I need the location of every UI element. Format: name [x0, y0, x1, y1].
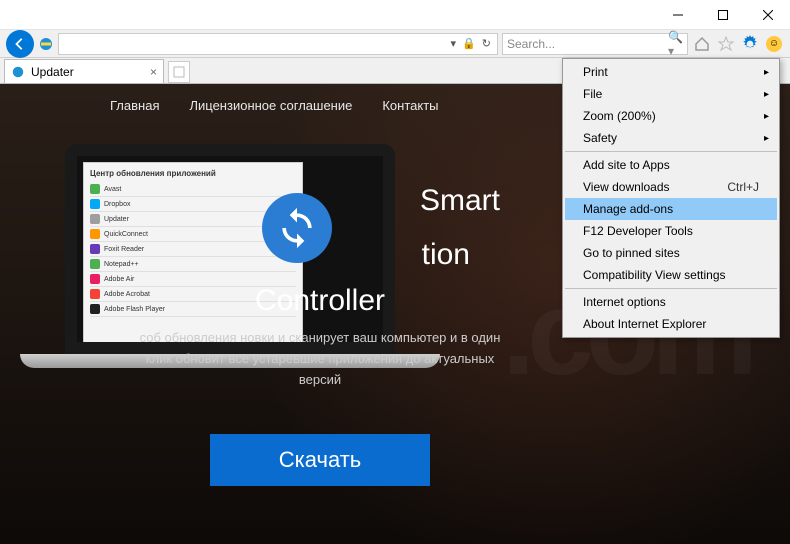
- hero-title-3: Controller: [130, 284, 510, 318]
- address-input[interactable]: [63, 34, 445, 54]
- hero-block: Smart tion Controller соб обновления нов…: [130, 184, 510, 486]
- menu-manage-addons[interactable]: Manage add-ons: [565, 198, 777, 220]
- submenu-arrow-icon: ▸: [764, 67, 769, 78]
- browser-toolbar: ▾ 🔒 ↻ 🔍▾ ☺: [0, 30, 790, 58]
- nav-contacts[interactable]: Контакты: [382, 98, 438, 113]
- address-bar[interactable]: ▾ 🔒 ↻: [58, 33, 498, 55]
- refresh-icon[interactable]: ↻: [480, 37, 493, 50]
- tab-title: Updater: [31, 65, 74, 79]
- address-controls: ▾ 🔒 ↻: [445, 37, 497, 50]
- tools-menu: Print▸ File▸ Zoom (200%)▸ Safety▸ Add si…: [562, 58, 780, 338]
- tab-close-icon[interactable]: ×: [150, 65, 157, 79]
- menu-zoom[interactable]: Zoom (200%)▸: [565, 105, 777, 127]
- menu-file[interactable]: File▸: [565, 83, 777, 105]
- hero-title-2: tion: [130, 238, 510, 272]
- menu-internet-options[interactable]: Internet options: [565, 291, 777, 313]
- maximize-button[interactable]: [700, 0, 745, 30]
- submenu-arrow-icon: ▸: [764, 133, 769, 144]
- nav-home[interactable]: Главная: [110, 98, 159, 113]
- nav-license[interactable]: Лицензионное соглашение: [189, 98, 352, 113]
- menu-print[interactable]: Print▸: [565, 61, 777, 83]
- gear-icon[interactable]: [740, 34, 760, 54]
- search-input[interactable]: [503, 37, 662, 51]
- home-icon[interactable]: [692, 34, 712, 54]
- back-button[interactable]: [6, 30, 34, 58]
- app-window-title: Центр обновления приложений: [90, 169, 296, 178]
- submenu-arrow-icon: ▸: [764, 89, 769, 100]
- lock-icon: 🔒: [460, 37, 478, 50]
- tab-updater[interactable]: Updater ×: [4, 59, 164, 83]
- menu-about[interactable]: About Internet Explorer: [565, 313, 777, 335]
- menu-shortcut: Ctrl+J: [727, 180, 759, 194]
- dropdown-icon[interactable]: ▾: [449, 37, 459, 50]
- menu-compat[interactable]: Compatibility View settings: [565, 264, 777, 286]
- favorites-icon[interactable]: [716, 34, 736, 54]
- submenu-arrow-icon: ▸: [764, 111, 769, 122]
- hero-description: соб обновления новки и сканирует ваш ком…: [130, 328, 510, 390]
- tab-favicon-icon: [11, 65, 25, 79]
- close-button[interactable]: [745, 0, 790, 30]
- menu-f12[interactable]: F12 Developer Tools: [565, 220, 777, 242]
- search-dropdown-icon[interactable]: 🔍▾: [662, 30, 689, 58]
- download-button[interactable]: Скачать: [210, 434, 430, 486]
- new-tab-button[interactable]: [168, 61, 190, 83]
- window-titlebar: [0, 0, 790, 30]
- ie-logo-icon: [38, 36, 54, 52]
- menu-pinned[interactable]: Go to pinned sites: [565, 242, 777, 264]
- feedback-icon[interactable]: ☺: [764, 34, 784, 54]
- search-bar[interactable]: 🔍▾: [502, 33, 688, 55]
- hero-title-1: Smart: [130, 184, 510, 218]
- menu-view-downloads[interactable]: View downloads Ctrl+J: [565, 176, 777, 198]
- menu-safety[interactable]: Safety▸: [565, 127, 777, 149]
- menu-add-site[interactable]: Add site to Apps: [565, 154, 777, 176]
- minimize-button[interactable]: [655, 0, 700, 30]
